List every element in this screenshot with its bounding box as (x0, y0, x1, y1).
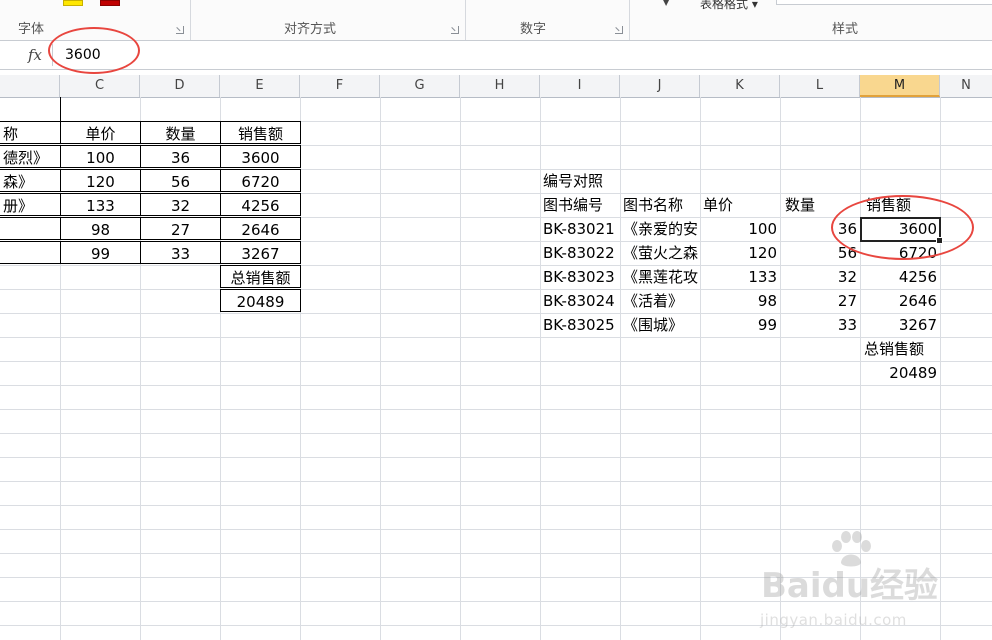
alignment-dialog-launcher-icon[interactable] (451, 26, 459, 34)
ribbon-group-number-label: 数字 (520, 22, 547, 37)
column-header[interactable]: E (220, 75, 300, 97)
formula-bar: fx 3600 (0, 41, 992, 70)
right-table-header-name[interactable]: 图书名称 (620, 193, 700, 216)
column-headers: C D E F G H I J K L M N (0, 75, 992, 98)
right-table-cell-sales[interactable]: 3267 (860, 313, 940, 336)
left-table-header-name[interactable]: 称 (0, 121, 61, 144)
ribbon-group-styles-label: 样式 (832, 22, 859, 37)
left-table-cell-qty[interactable]: 56 (140, 169, 221, 192)
annotation-circle-cell (831, 195, 974, 260)
left-table-cell-name[interactable]: 册》 (0, 193, 61, 216)
right-table-header-price[interactable]: 单价 (700, 193, 780, 216)
left-table-cell-price[interactable]: 98 (60, 217, 141, 240)
ribbon-group-alignment-label: 对齐方式 (284, 22, 337, 37)
right-table-cell-sales[interactable]: 4256 (860, 265, 940, 288)
left-table-total-label[interactable]: 总销售额 (220, 265, 301, 288)
annotation-circle-formula (48, 27, 140, 74)
right-table-cell-price[interactable]: 98 (700, 289, 780, 312)
column-header[interactable]: D (140, 75, 220, 97)
right-table-cell-price[interactable]: 133 (700, 265, 780, 288)
cell-border (60, 97, 61, 121)
left-table-cell-sales[interactable]: 4256 (220, 193, 301, 216)
left-table-cell-sales[interactable]: 3267 (220, 241, 301, 264)
right-table-cell-id[interactable]: BK-83021 (540, 217, 620, 240)
watermark-brand: Baidu经验 (761, 566, 939, 606)
left-table-cell-sales[interactable]: 6720 (220, 169, 301, 192)
column-header[interactable]: I (540, 75, 620, 97)
right-table-title[interactable]: 编号对照 (540, 169, 620, 192)
right-table-cell-name[interactable]: 《亲爱的安 (620, 217, 700, 240)
left-table-cell-price[interactable]: 99 (60, 241, 141, 264)
right-table-cell-name[interactable]: 《活着》 (620, 289, 700, 312)
right-table-cell-qty[interactable]: 27 (780, 289, 860, 312)
right-table-cell-price[interactable]: 120 (700, 241, 780, 264)
left-table-cell-qty[interactable]: 32 (140, 193, 221, 216)
baidu-watermark: Baidu经验 jingyan.baidu.com (755, 526, 987, 636)
left-table-cell-name[interactable]: 德烈》 (0, 145, 61, 168)
left-table-header-price[interactable]: 单价 (60, 121, 141, 144)
right-table-cell-price[interactable]: 100 (700, 217, 780, 240)
left-table-cell-qty[interactable]: 36 (140, 145, 221, 168)
left-table-header-qty[interactable]: 数量 (140, 121, 221, 144)
left-table-cell-price[interactable]: 100 (60, 145, 141, 168)
right-table-cell-id[interactable]: BK-83024 (540, 289, 620, 312)
formula-input[interactable]: 3600 (52, 44, 990, 66)
column-header[interactable]: F (300, 75, 380, 97)
column-header[interactable]: K (700, 75, 780, 97)
right-table-cell-price[interactable]: 99 (700, 313, 780, 336)
right-table-cell-id[interactable]: BK-83022 (540, 241, 620, 264)
format-as-table-button[interactable]: 表格格式 ▾ (700, 0, 758, 12)
left-table-cell-qty[interactable]: 33 (140, 241, 221, 264)
right-table-cell-sales[interactable]: 2646 (860, 289, 940, 312)
left-table-cell-name[interactable] (0, 241, 61, 264)
column-header[interactable]: G (380, 75, 460, 97)
watermark-url: jingyan.baidu.com (760, 611, 907, 629)
right-table-cell-id[interactable]: BK-83023 (540, 265, 620, 288)
left-table-cell-sales[interactable]: 2646 (220, 217, 301, 240)
left-table-header-sales[interactable]: 销售额 (220, 121, 301, 144)
column-header[interactable]: N (940, 75, 992, 97)
right-table-total-value[interactable]: 20489 (860, 361, 940, 384)
right-table-cell-qty[interactable]: 32 (780, 265, 860, 288)
ribbon: 字体 对齐方式 数字 样式 ▼ 表格格式 ▾ (0, 0, 992, 41)
left-table-cell-price[interactable]: 120 (60, 169, 141, 192)
left-table-cell-price[interactable]: 133 (60, 193, 141, 216)
ribbon-group-alignment: 对齐方式 (190, 0, 466, 40)
right-table-total-label[interactable]: 总销售额 (860, 337, 940, 360)
column-header[interactable]: H (460, 75, 540, 97)
font-dialog-launcher-icon[interactable] (176, 26, 184, 34)
column-header[interactable]: J (620, 75, 700, 97)
dropdown-arrow-icon[interactable]: ▼ (663, 0, 669, 7)
left-table-cell-name[interactable]: 森》 (0, 169, 61, 192)
ribbon-group-styles: 样式 (629, 0, 992, 40)
insert-function-icon[interactable]: fx (28, 46, 42, 64)
left-table-cell-name[interactable] (0, 217, 61, 240)
column-header-active[interactable]: M (860, 75, 940, 97)
ribbon-group-number: 数字 (465, 0, 630, 40)
column-header[interactable]: L (780, 75, 860, 97)
right-table-cell-name[interactable]: 《萤火之森 (620, 241, 700, 264)
left-table-cell-qty[interactable]: 27 (140, 217, 221, 240)
left-table-total-value[interactable]: 20489 (220, 289, 301, 312)
cell-styles-gallery[interactable] (776, 0, 992, 5)
left-table-cell-sales[interactable]: 3600 (220, 145, 301, 168)
number-dialog-launcher-icon[interactable] (615, 26, 623, 34)
right-table-cell-name[interactable]: 《黑莲花攻 (620, 265, 700, 288)
right-table-header-id[interactable]: 图书编号 (540, 193, 620, 216)
column-header-b[interactable] (0, 75, 60, 97)
right-table-cell-id[interactable]: BK-83025 (540, 313, 620, 336)
right-table-cell-qty[interactable]: 33 (780, 313, 860, 336)
column-header[interactable]: C (60, 75, 140, 97)
right-table-cell-name[interactable]: 《围城》 (620, 313, 700, 336)
